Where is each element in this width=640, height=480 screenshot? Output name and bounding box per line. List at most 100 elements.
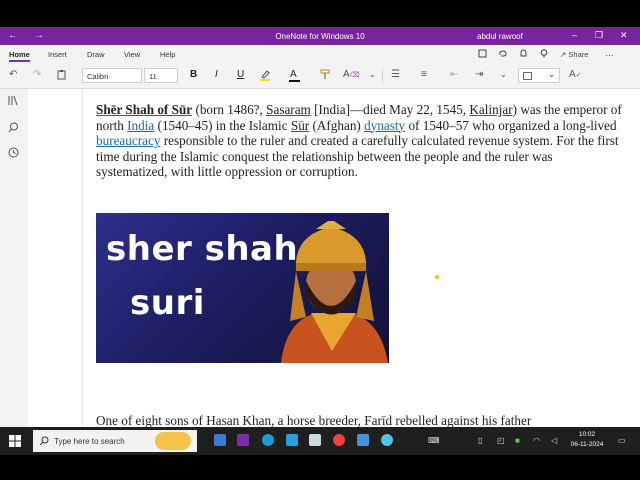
portrait-illustration	[281, 221, 388, 363]
device-icon[interactable]: ▯	[478, 436, 482, 445]
wifi-icon[interactable]: ◠	[533, 436, 540, 445]
green-app-icon[interactable]: ■	[515, 436, 520, 445]
text-run: (born 1486?,	[192, 102, 267, 117]
store-icon[interactable]	[309, 434, 321, 446]
minimize-button[interactable]: –	[572, 30, 577, 40]
sher-shah-image[interactable]: sher shah suri	[96, 213, 389, 363]
increase-indent-icon[interactable]: ⇥	[475, 69, 483, 81]
tab-view[interactable]: View	[124, 50, 140, 59]
food-doodle-icon	[155, 432, 191, 450]
edge-icon[interactable]	[262, 434, 274, 446]
clock-time: 10:02	[578, 431, 596, 438]
clipboard-icon[interactable]	[57, 69, 66, 84]
recent-notes-icon[interactable]	[8, 147, 19, 161]
share-button[interactable]: ↗ Share	[560, 50, 588, 59]
tab-draw[interactable]: Draw	[87, 50, 105, 59]
link-dynasty[interactable]: dynasty	[364, 118, 405, 133]
highlighter-icon[interactable]	[259, 69, 271, 85]
paragraph-intro[interactable]: Shēr Shah of Sūr (born 1486?, Sasaram [I…	[96, 102, 626, 180]
chevron-down-icon[interactable]: ⌄	[369, 69, 376, 81]
window-title: OneNote for Windows 10	[275, 32, 365, 41]
search-placeholder: Type here to search	[54, 437, 125, 446]
text-run: (1540–45) in the Islamic	[154, 117, 291, 133]
text-run: , a horse breeder,	[271, 413, 365, 427]
taskbar-search-box[interactable]: Type here to search	[33, 430, 197, 452]
search-icon[interactable]	[8, 122, 19, 136]
text-run: of 1540–57 who organized a long-lived	[405, 117, 617, 133]
close-button[interactable]: ✕	[620, 30, 628, 40]
bold-button[interactable]: B	[190, 69, 197, 81]
tag-select[interactable]: ⌄	[518, 68, 560, 83]
user-name[interactable]: abdul rawoof	[477, 32, 523, 41]
bell-icon[interactable]	[519, 49, 528, 60]
keyboard-icon[interactable]: ⌨	[428, 436, 440, 445]
image-caption-line1: sher shah	[106, 229, 299, 269]
sync-icon[interactable]	[498, 49, 508, 60]
text-run: Kalinjar	[469, 102, 513, 117]
font-color-label: A	[290, 69, 297, 80]
numbered-list-icon[interactable]: ≡	[421, 69, 427, 81]
edge-beta-icon[interactable]	[286, 434, 298, 446]
notebook-icon[interactable]	[478, 49, 487, 60]
chevron-down-icon: ⌄	[548, 70, 555, 79]
title-bar: ← → OneNote for Windows 10 abdul rawoof …	[0, 27, 640, 45]
text-run: Farīd	[364, 413, 393, 427]
text-run: [India]—died May 22, 1545,	[310, 102, 470, 117]
task-view-icon[interactable]	[214, 434, 226, 446]
undo-icon[interactable]: ↶	[9, 69, 17, 81]
link-india[interactable]: India	[127, 118, 154, 133]
tray-icon[interactable]: ◰	[497, 436, 505, 445]
lightbulb-icon[interactable]	[540, 49, 548, 60]
clock-date: 06-11-2024	[570, 441, 604, 448]
spell-check-icon[interactable]: A✓	[569, 69, 582, 82]
link-bureaucracy[interactable]: bureaucracy	[96, 133, 160, 148]
tab-help[interactable]: Help	[160, 50, 175, 59]
font-name-select[interactable]: Calibri	[82, 68, 142, 83]
decrease-indent-icon[interactable]: ⇤	[450, 69, 458, 81]
text-run: One of eight sons of	[96, 413, 207, 427]
windows-taskbar: Type here to search ⌨ ▯ ◰ ■ ◠ ◁ 10:02 06…	[0, 427, 640, 455]
paragraph-early-life[interactable]: One of eight sons of Hasan Khan, a horse…	[96, 413, 626, 427]
maximize-button[interactable]: ❐	[595, 30, 603, 40]
redo-icon[interactable]: ↷	[33, 69, 41, 81]
tab-insert[interactable]: Insert	[48, 50, 67, 59]
text-run: Sūr	[290, 117, 310, 133]
clear-formatting-icon[interactable]: A⌫	[343, 69, 360, 82]
format-painter-icon[interactable]	[320, 69, 331, 84]
ribbon-tabs: Home Insert Draw View Help ↗ Share …	[0, 45, 640, 63]
font-color-swatch	[289, 80, 300, 82]
chrome-icon[interactable]	[333, 434, 345, 446]
system-clock[interactable]: 10:02 06-11-2024	[566, 430, 608, 450]
font-size-select[interactable]: 11	[144, 68, 178, 83]
underline-button[interactable]: U	[237, 69, 244, 81]
notifications-icon[interactable]: ▭	[618, 436, 626, 445]
bullet-list-icon[interactable]: ☰	[391, 69, 400, 81]
font-color-button[interactable]: A	[289, 69, 300, 82]
text-run: rebelled against his father	[392, 413, 532, 427]
volume-icon[interactable]: ◁	[551, 436, 557, 445]
text-run: Sasaram	[266, 102, 311, 117]
search-icon	[39, 436, 49, 446]
image-caption-line2: suri	[130, 283, 205, 323]
italic-button[interactable]: I	[215, 69, 218, 81]
more-options-icon[interactable]: …	[605, 48, 614, 58]
text-run: Hasan Khan	[206, 413, 272, 427]
notebooks-icon[interactable]	[8, 95, 19, 109]
article-title: Shēr Shah of Sūr	[96, 102, 193, 117]
navigation-rail	[0, 89, 28, 427]
formatting-toolbar: ↶ ↷ Calibri 11 B I U A A⌫ ⌄ ☰ ≡ ⇤ ⇥ ⌄ ⌄ …	[0, 63, 640, 89]
share-icon: ↗	[560, 50, 567, 59]
chevron-down-icon[interactable]: ⌄	[500, 69, 507, 81]
toolbar-divider	[382, 69, 383, 83]
cursor-dot	[435, 275, 439, 279]
text-run: (Afghan)	[309, 117, 365, 133]
onenote-taskbar-icon[interactable]	[237, 434, 249, 446]
windows-start-icon[interactable]	[9, 435, 21, 447]
onenote-window: ← → OneNote for Windows 10 abdul rawoof …	[0, 27, 640, 427]
screen: ← → OneNote for Windows 10 abdul rawoof …	[0, 0, 640, 480]
tab-home[interactable]: Home	[9, 50, 30, 62]
photos-icon[interactable]	[357, 434, 369, 446]
note-page[interactable]: Shēr Shah of Sūr (born 1486?, Sasaram [I…	[82, 89, 640, 427]
checkbox-tag-icon	[523, 72, 532, 80]
app-icon[interactable]	[381, 434, 393, 446]
